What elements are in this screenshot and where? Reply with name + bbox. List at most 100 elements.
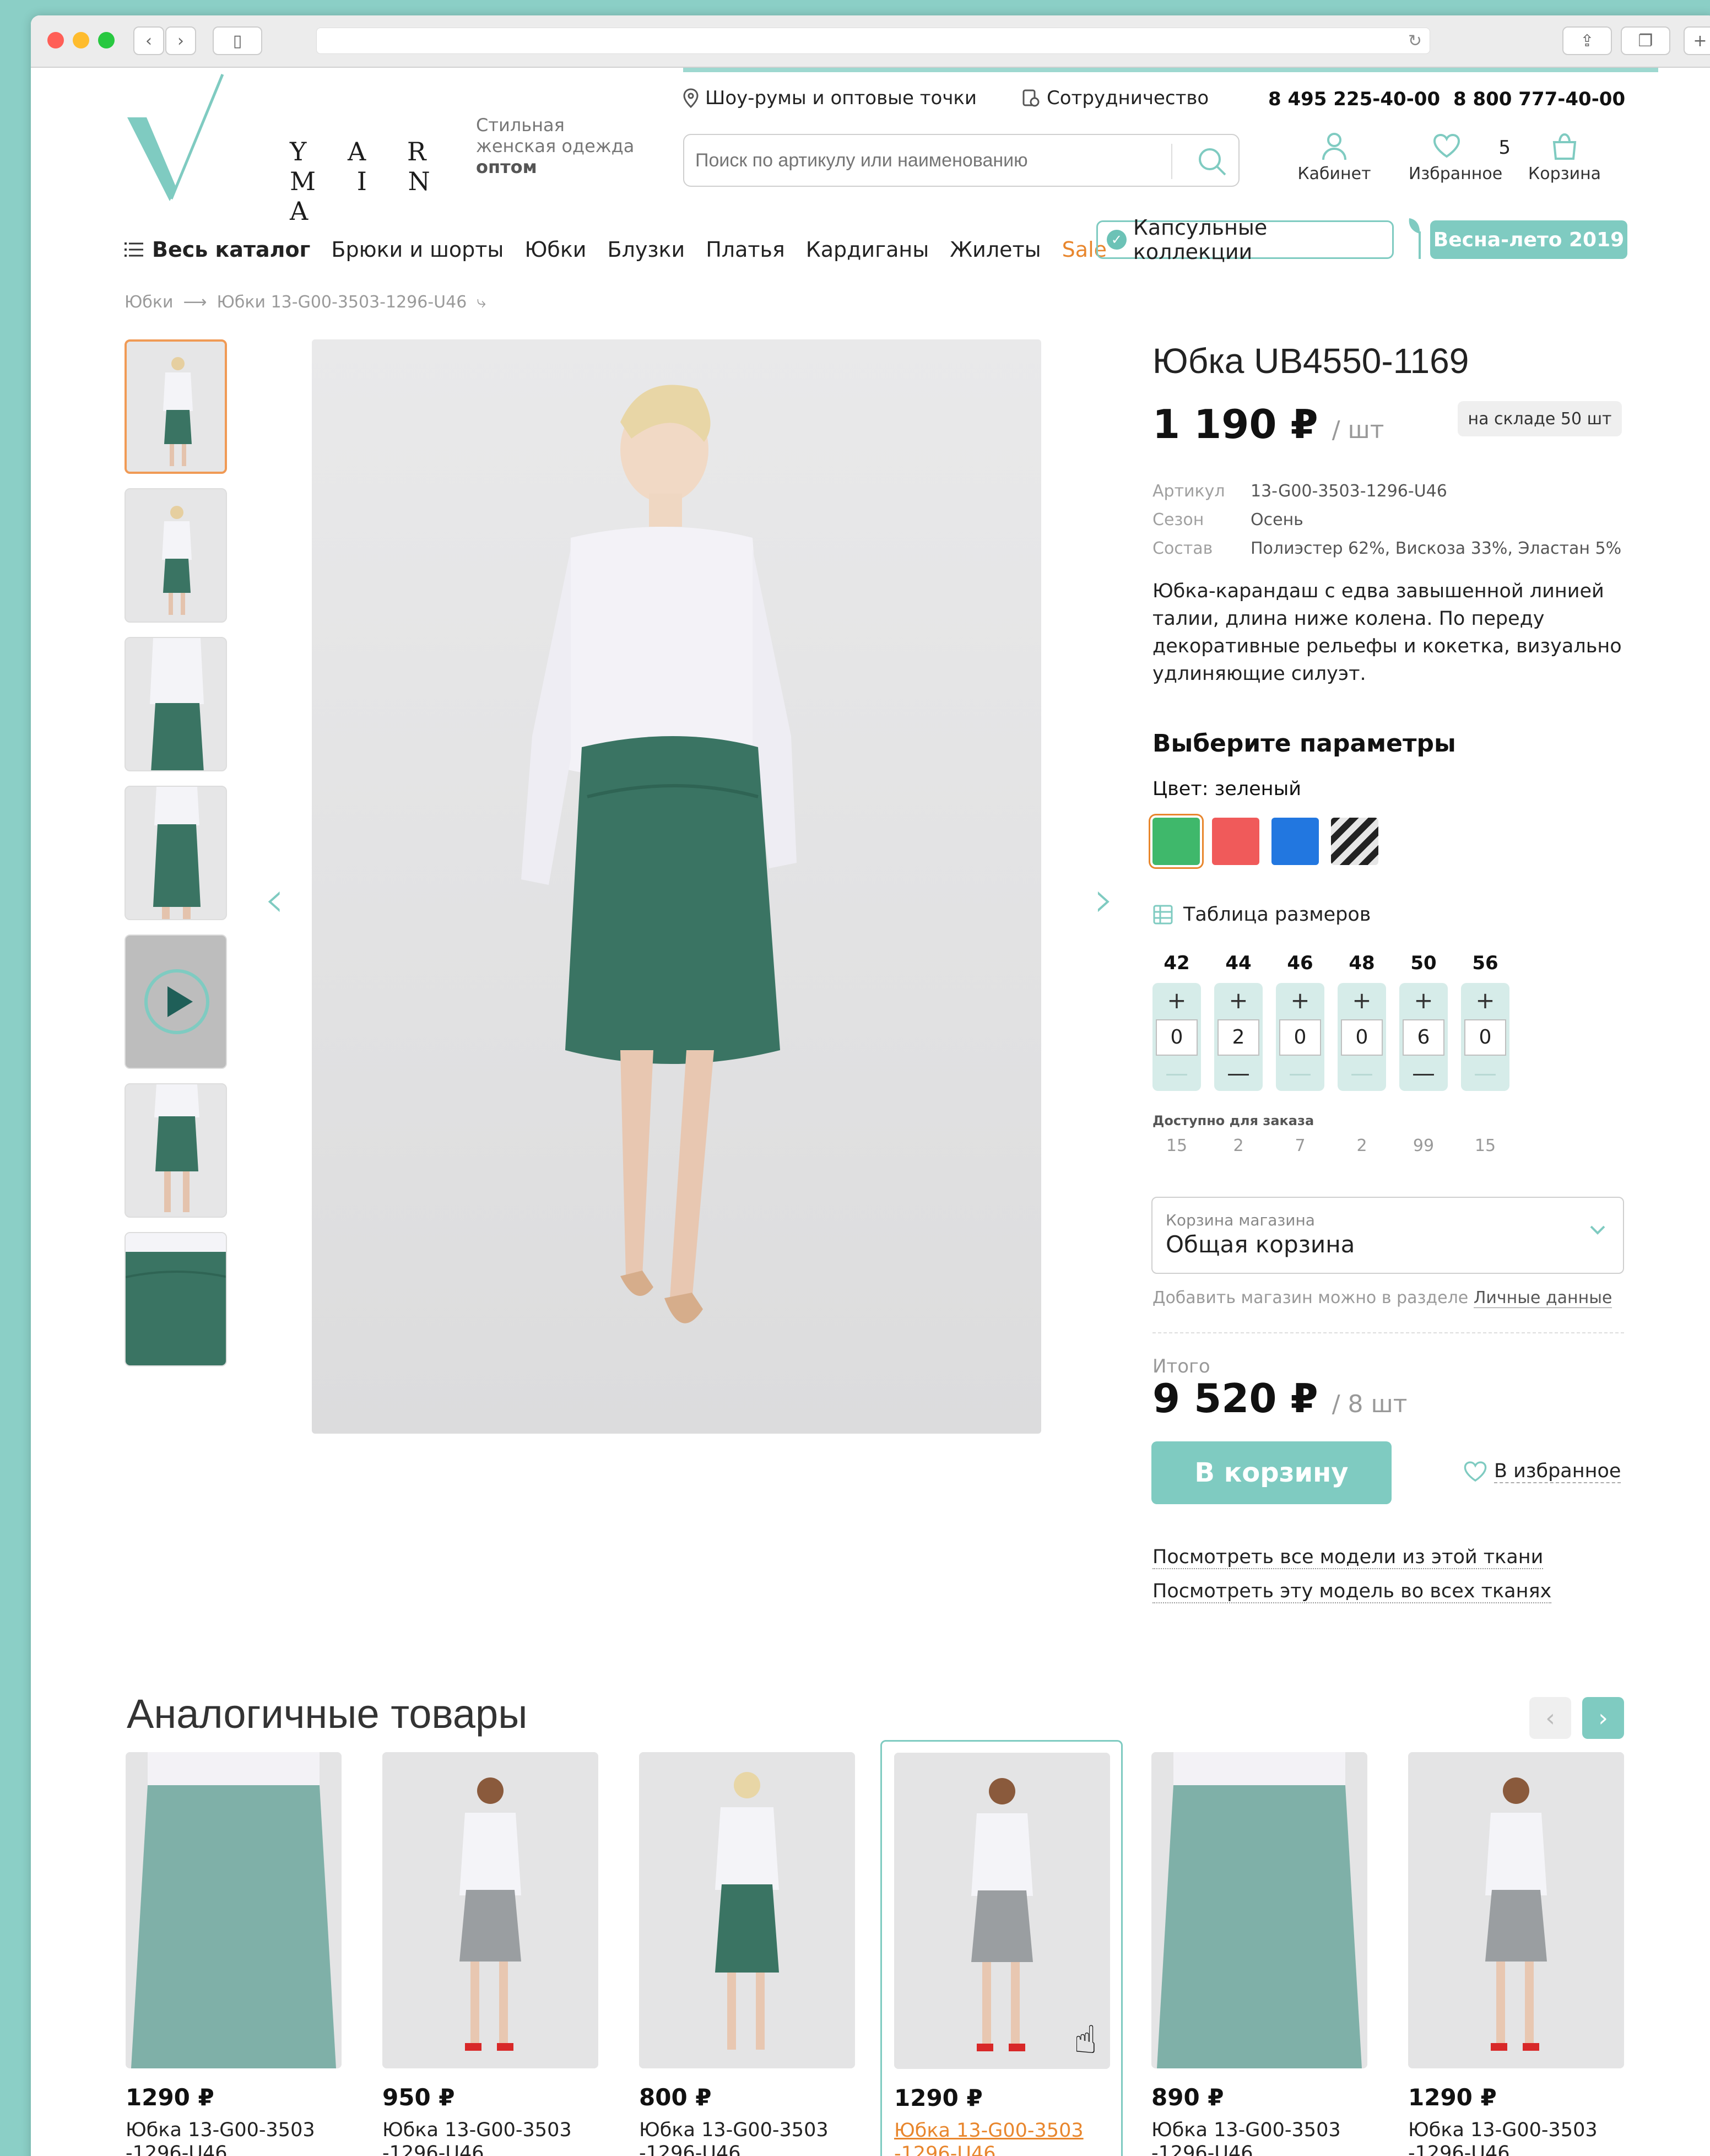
quantity-input[interactable]: 0	[1279, 1019, 1321, 1056]
color-swatch-blue[interactable]	[1271, 818, 1319, 865]
spec-key: Состав	[1152, 539, 1213, 558]
product-card-name[interactable]: -1296-U46	[894, 2142, 1109, 2156]
product-photo	[126, 1233, 226, 1365]
search-divider	[1171, 144, 1172, 179]
showrooms-link[interactable]: Шоу-румы и оптовые точки	[683, 87, 977, 109]
product-card-name: -1296-U46	[382, 2142, 484, 2156]
similar-next-button[interactable]: ›	[1582, 1697, 1624, 1739]
decrement-button[interactable]: —	[1461, 1058, 1509, 1089]
cooperation-link[interactable]: Сотрудничество	[1021, 87, 1209, 109]
capsule-collections-button[interactable]: ✓ Капсульные коллекции	[1096, 215, 1394, 264]
sidebar-toggle-button[interactable]: ▯	[213, 26, 262, 55]
see-all-fabrics-link[interactable]: Посмотреть эту модель во всех тканях	[1152, 1580, 1552, 1603]
quantity-input[interactable]: 0	[1464, 1019, 1506, 1056]
size-table-link[interactable]: Таблица размеров	[1152, 904, 1371, 926]
thumbnail[interactable]	[125, 637, 227, 771]
product-card-name: Юбка 13-G00-3503	[639, 2119, 829, 2141]
address-bar[interactable]: ↻	[316, 28, 1430, 54]
increment-button[interactable]: +	[1461, 985, 1509, 1016]
thumbnail[interactable]	[125, 1232, 227, 1366]
color-swatch-striped[interactable]	[1331, 818, 1378, 865]
product-card-name: Юбка 13-G00-3503	[1408, 2119, 1598, 2141]
thumbnail[interactable]	[125, 488, 227, 623]
logo[interactable]: Y A R M I N A	[125, 73, 477, 226]
quantity-input[interactable]: 6	[1403, 1019, 1444, 1056]
product-card[interactable]: 890 ₽ Юбка 13-G00-3503 -1296-U46	[1151, 1752, 1367, 2156]
prev-image-arrow[interactable]: ‹	[264, 871, 284, 928]
account-button[interactable]: Кабинет	[1279, 131, 1389, 183]
product-card[interactable]: 1290 ₽ Юбка 13-G00-3503 -1296-U46	[1408, 1752, 1624, 2156]
thumbnail[interactable]	[125, 1083, 227, 1218]
breadcrumb-item[interactable]: Юбки	[125, 293, 174, 312]
breadcrumb: Юбки ⟶ Юбки 13-G00-3503-1296-U46 ⤷	[125, 293, 486, 312]
thumbnail[interactable]	[125, 339, 227, 474]
capsule-label: Капсульные коллекции	[1133, 215, 1268, 264]
increment-button[interactable]: +	[1276, 985, 1324, 1016]
product-card[interactable]: 1290 ₽ Юбка 13-G00-3503 -1296-U46	[126, 1752, 342, 2156]
close-window-button[interactable]	[47, 32, 64, 48]
product-card-name[interactable]: Юбка 13-G00-3503	[894, 2119, 1109, 2142]
decrement-button[interactable]: —	[1399, 1058, 1448, 1089]
spring-summer-button[interactable]: Весна-лето 2019	[1430, 220, 1627, 259]
product-card[interactable]: 800 ₽ Юбка 13-G00-3503 -1296-U46	[639, 1752, 855, 2156]
nav-item-trousers[interactable]: Брюки и шорты	[331, 237, 504, 262]
decrement-button[interactable]: —	[1152, 1058, 1201, 1089]
product-card-image	[1151, 1752, 1367, 2068]
nav-item-blouses[interactable]: Блузки	[608, 237, 685, 262]
product-photo	[126, 489, 226, 622]
see-fabric-models-link[interactable]: Посмотреть все модели из этой ткани	[1152, 1546, 1544, 1569]
increment-button[interactable]: +	[1152, 985, 1201, 1016]
personal-data-link[interactable]: Личные данные	[1473, 1288, 1612, 1308]
store-cart-select[interactable]: Корзина магазина Общая корзина	[1151, 1197, 1624, 1274]
size-column: 44 + 2 —	[1214, 952, 1263, 1091]
next-image-arrow[interactable]: ›	[1094, 871, 1114, 928]
share-button[interactable]: ⇪	[1562, 26, 1612, 55]
product-card-hover[interactable]: ☝ 1290 ₽ Юбка 13-G00-3503 -1296-U46	[880, 1740, 1123, 2156]
product-photo	[126, 638, 226, 770]
size-column: 42 + 0 —	[1152, 952, 1201, 1091]
menu-icon	[125, 242, 143, 257]
size-table-label: Таблица размеров	[1183, 904, 1371, 926]
new-tab-button[interactable]: +	[1684, 26, 1710, 55]
tabs-button[interactable]: ❐	[1621, 26, 1670, 55]
decrement-button[interactable]: —	[1338, 1058, 1386, 1089]
quantity-input[interactable]: 2	[1217, 1019, 1259, 1056]
stock-badge: на складе 50 шт	[1458, 401, 1622, 436]
nav-all-catalog[interactable]: Весь каталог	[125, 237, 310, 262]
increment-button[interactable]: +	[1214, 985, 1263, 1016]
decrement-button[interactable]: —	[1214, 1058, 1263, 1089]
phone-1[interactable]: 8 495 225-40-00	[1268, 88, 1440, 110]
add-to-cart-button[interactable]: В корзину	[1151, 1441, 1392, 1504]
forward-button[interactable]: ›	[165, 26, 196, 55]
quantity-input[interactable]: 0	[1341, 1019, 1383, 1056]
product-card[interactable]: 950 ₽ Юбка 13-G00-3503 -1296-U46	[382, 1752, 598, 2156]
color-swatch-green[interactable]	[1152, 818, 1200, 865]
product-photo	[639, 1752, 855, 2068]
decrement-button[interactable]: —	[1276, 1058, 1324, 1089]
back-button[interactable]: ‹	[133, 26, 164, 55]
reload-icon[interactable]: ↻	[1408, 31, 1422, 51]
nav-item-cardigans[interactable]: Кардиганы	[806, 237, 929, 262]
available-label: Доступно для заказа	[1152, 1113, 1314, 1128]
size-column: 46 + 0 —	[1276, 952, 1324, 1091]
quantity-input[interactable]: 0	[1156, 1019, 1198, 1056]
nav-item-skirts[interactable]: Юбки	[524, 237, 586, 262]
minimize-window-button[interactable]	[73, 32, 89, 48]
add-to-favorites-button[interactable]: В избранное	[1463, 1460, 1621, 1483]
search-input[interactable]	[695, 145, 1158, 176]
video-thumbnail[interactable]	[125, 934, 227, 1069]
color-swatch-red[interactable]	[1212, 818, 1259, 865]
thumbnail[interactable]	[125, 786, 227, 920]
increment-button[interactable]: +	[1399, 985, 1448, 1016]
nav-item-vests[interactable]: Жилеты	[950, 237, 1041, 262]
favorites-button[interactable]: 5 Избранное	[1400, 131, 1511, 183]
search-icon[interactable]	[1195, 145, 1229, 178]
maximize-window-button[interactable]	[98, 32, 115, 48]
similar-prev-button[interactable]: ‹	[1529, 1697, 1571, 1739]
cart-button[interactable]: Корзина	[1509, 131, 1620, 183]
hint-text: Добавить магазин можно в разделе	[1152, 1288, 1469, 1307]
spec-value: Полиэстер 62%, Вискоза 33%, Эластан 5%	[1251, 539, 1622, 558]
increment-button[interactable]: +	[1338, 985, 1386, 1016]
nav-item-dresses[interactable]: Платья	[706, 237, 785, 262]
phone-2[interactable]: 8 800 777-40-00	[1453, 88, 1625, 110]
